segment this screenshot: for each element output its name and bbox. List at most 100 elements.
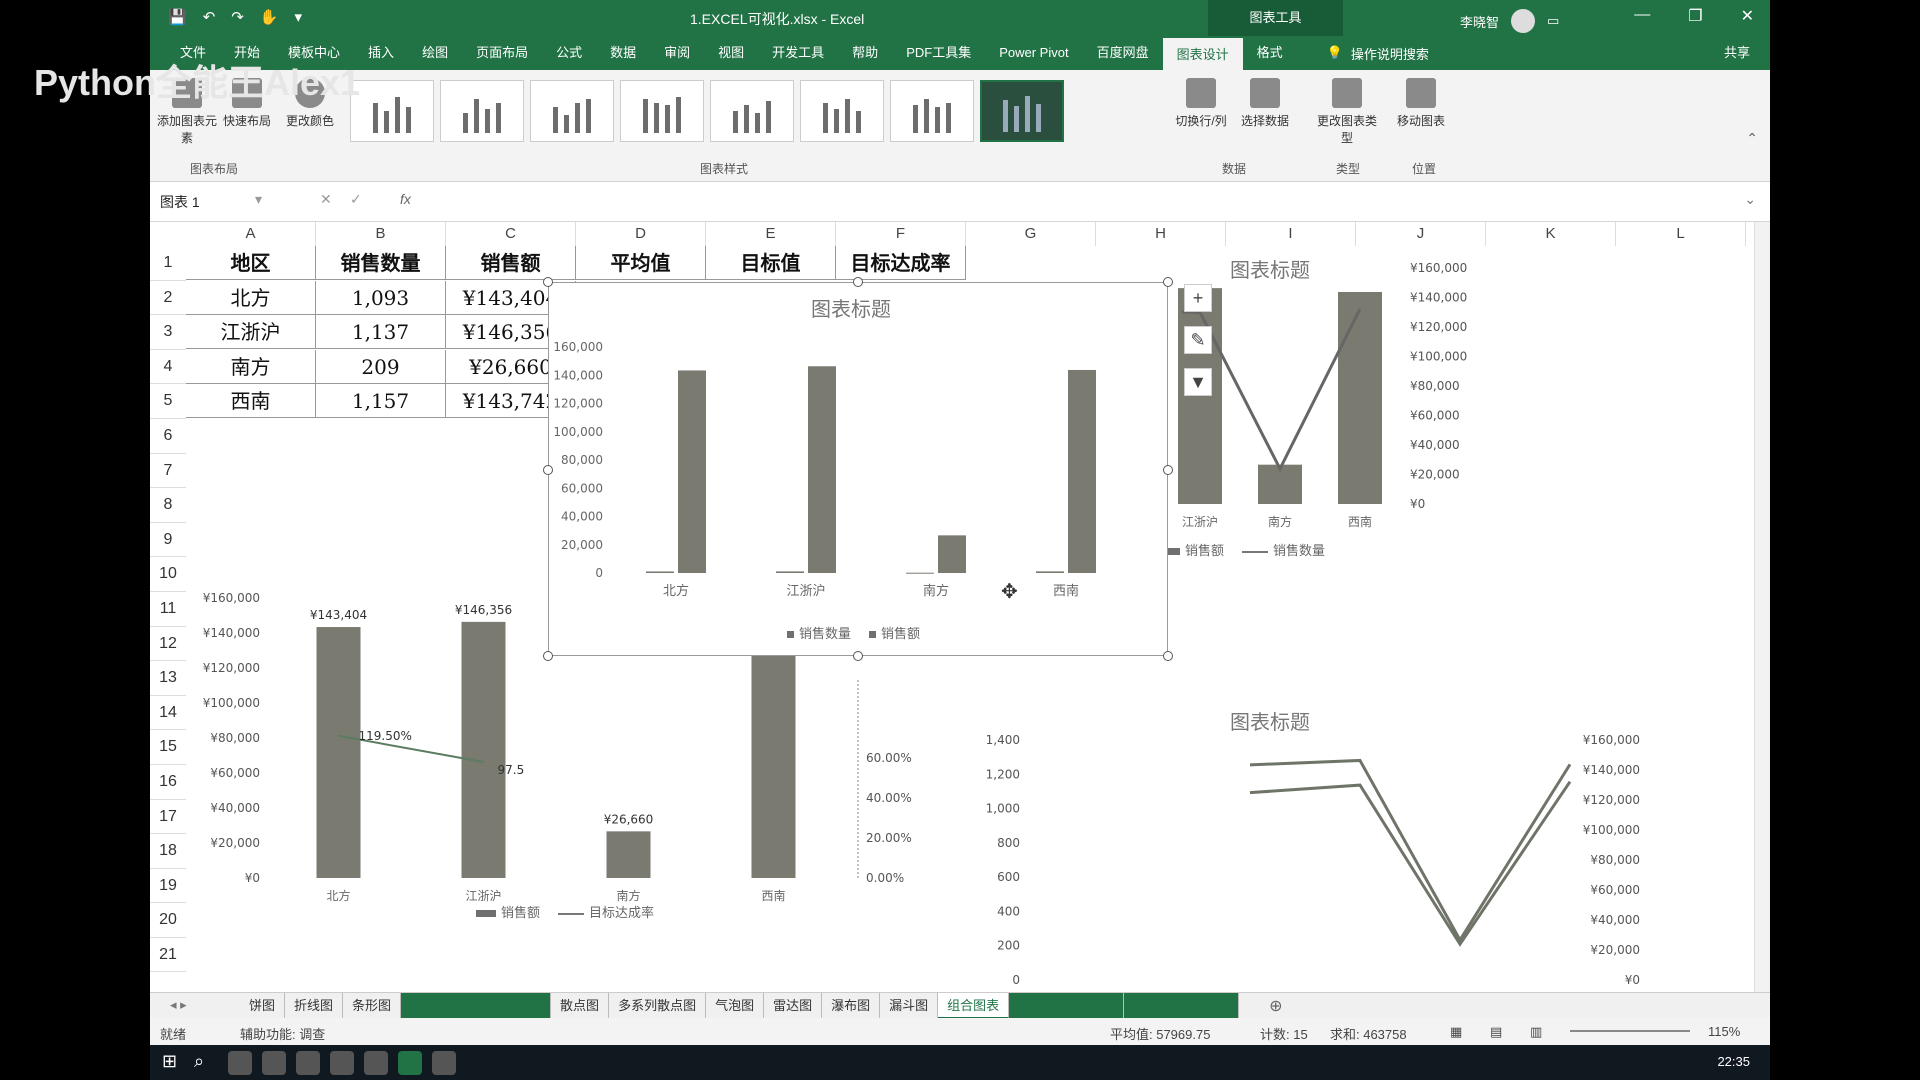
table-header-cell[interactable]: 销售数量 <box>316 246 446 280</box>
sheet-tab[interactable]: 折线图 <box>285 992 344 1019</box>
zoom-slider[interactable] <box>1570 1030 1690 1032</box>
row-header[interactable]: 15 <box>150 730 186 765</box>
taskbar-browser-icon[interactable] <box>330 1051 354 1075</box>
row-header[interactable]: 14 <box>150 696 186 731</box>
sheet-tab[interactable]: 饼图 <box>240 992 286 1019</box>
chart-line-dual-axis[interactable]: 图表标题 0 200 400 600 800 1,000 1,200 1,400 ¥0 ¥20,0… <box>980 702 1680 992</box>
row-header[interactable]: 7 <box>150 454 186 489</box>
row-header[interactable]: 18 <box>150 834 186 869</box>
restore-icon[interactable]: ❐ <box>1688 6 1702 26</box>
table-header-cell[interactable]: 地区 <box>186 246 316 280</box>
sheet-tab[interactable] <box>1124 992 1240 1019</box>
name-box-dropdown-icon[interactable]: ▾ <box>255 191 262 208</box>
column-header[interactable]: A <box>186 222 316 246</box>
taskbar-app-icon[interactable] <box>296 1051 320 1075</box>
chart-combo-right[interactable]: 图表标题 ¥0 ¥20,000 ¥40,000 ¥60,000 ¥80,000 ¥100,… <box>1160 242 1560 562</box>
resize-handle-bottom[interactable] <box>853 651 863 661</box>
taskbar-settings-icon[interactable] <box>432 1051 456 1075</box>
resize-handle-left[interactable] <box>543 465 553 475</box>
sheet-tab[interactable]: 气泡图 <box>706 992 765 1019</box>
chart-style-thumbnail[interactable] <box>890 80 974 142</box>
row-header[interactable]: 16 <box>150 765 186 800</box>
page-layout-view-icon[interactable]: ▤ <box>1490 1024 1502 1040</box>
collapse-ribbon-icon[interactable]: ⌃ <box>1746 130 1758 147</box>
windows-start-icon[interactable]: ⊞ <box>162 1051 177 1072</box>
ribbon-tab[interactable]: 审阅 <box>650 36 704 70</box>
row-header[interactable]: 21 <box>150 938 186 973</box>
ribbon-tab[interactable]: Power Pivot <box>985 36 1082 70</box>
table-cell[interactable]: 西南 <box>186 384 316 419</box>
ribbon-tab[interactable]: 绘图 <box>408 36 462 70</box>
vertical-scrollbar[interactable] <box>1754 222 1770 992</box>
sheet-tab[interactable]: 漏斗图 <box>880 992 939 1019</box>
column-header[interactable]: L <box>1616 222 1746 246</box>
table-cell[interactable]: 1,137 <box>316 315 446 350</box>
column-header[interactable]: E <box>706 222 836 246</box>
change-chart-type-button[interactable]: 更改图表类型 <box>1316 78 1378 146</box>
row-header[interactable]: 6 <box>150 419 186 454</box>
chart-styles-brush-icon[interactable]: ✎ <box>1184 326 1212 354</box>
resize-handle-top[interactable] <box>853 277 863 287</box>
ribbon-tab[interactable]: 公式 <box>542 36 596 70</box>
ribbon-tab[interactable]: 视图 <box>704 36 758 70</box>
row-header[interactable]: 8 <box>150 488 186 523</box>
row-header[interactable]: 11 <box>150 592 186 627</box>
column-header[interactable]: D <box>576 222 706 246</box>
row-header[interactable]: 1 <box>150 246 186 281</box>
ribbon-tab[interactable]: PDF工具集 <box>892 36 985 70</box>
user-account[interactable]: 李晓智 ▭ <box>1460 9 1559 33</box>
row-header[interactable]: 4 <box>150 350 186 385</box>
undo-icon[interactable]: ↶ <box>203 8 216 26</box>
ribbon-tab[interactable]: 格式 <box>1243 36 1297 70</box>
customize-qat-icon[interactable]: ▾ <box>295 8 303 26</box>
row-header[interactable]: 20 <box>150 903 186 938</box>
table-cell[interactable]: 南方 <box>186 349 316 384</box>
close-icon[interactable]: ✕ <box>1741 6 1754 26</box>
chart-style-thumbnail[interactable] <box>440 80 524 142</box>
select-data-button[interactable]: 选择数据 <box>1234 78 1296 129</box>
row-header[interactable]: 5 <box>150 384 186 419</box>
table-header-cell[interactable]: 目标值 <box>706 246 836 280</box>
chart-style-thumbnail[interactable] <box>350 80 434 142</box>
ribbon-tab[interactable]: 帮助 <box>838 36 892 70</box>
touch-mode-icon[interactable]: ✋ <box>260 8 279 26</box>
add-sheet-icon[interactable]: ⊕ <box>1269 996 1282 1016</box>
row-header[interactable]: 3 <box>150 315 186 350</box>
resize-handle-bottom-right[interactable] <box>1163 651 1173 661</box>
taskbar-app-icon[interactable] <box>228 1051 252 1075</box>
chart-title[interactable]: 图表标题 <box>811 293 891 322</box>
sheet-tab[interactable] <box>1009 992 1125 1019</box>
row-header[interactable]: 12 <box>150 627 186 662</box>
ribbon-display-options-icon[interactable]: ▭ <box>1547 13 1559 29</box>
table-header-cell[interactable]: 销售额 <box>446 246 576 280</box>
insert-function-icon[interactable]: fx <box>400 191 411 207</box>
confirm-entry-icon[interactable]: ✓ <box>350 191 362 208</box>
chart-filters-icon[interactable]: ▼ <box>1184 368 1212 396</box>
resize-handle-bottom-left[interactable] <box>543 651 553 661</box>
row-header[interactable]: 2 <box>150 281 186 316</box>
column-header[interactable]: F <box>836 222 966 246</box>
column-header[interactable]: B <box>316 222 446 246</box>
table-cell[interactable]: 1,157 <box>316 384 446 419</box>
tell-me-search[interactable]: 💡 操作说明搜索 <box>1327 44 1429 63</box>
column-header[interactable]: G <box>966 222 1096 246</box>
avatar[interactable] <box>1511 9 1536 33</box>
ribbon-tab[interactable]: 图表设计 <box>1162 36 1243 70</box>
normal-view-icon[interactable]: ▦ <box>1450 1024 1462 1040</box>
column-header[interactable]: C <box>446 222 576 246</box>
resize-handle-right[interactable] <box>1163 465 1173 475</box>
sheet-tab[interactable] <box>401 992 552 1019</box>
worksheet-grid[interactable]: ABCDEFGHIJKL 1 2 3 4 5 6 7 8 9 10 11 12 13 14 15 16 17 18… <box>150 222 1770 992</box>
resize-handle-top-left[interactable] <box>543 277 553 287</box>
move-chart-button[interactable]: 移动图表 <box>1390 78 1452 129</box>
sheet-tab[interactable]: 散点图 <box>551 992 610 1019</box>
ribbon-tab[interactable]: 页面布局 <box>462 36 542 70</box>
table-header-cell[interactable]: 目标达成率 <box>836 246 966 280</box>
sheet-tab[interactable]: 雷达图 <box>764 992 823 1019</box>
accessibility-status[interactable]: 辅助功能: 调查 <box>240 1024 325 1043</box>
expand-formula-bar-icon[interactable]: ⌄ <box>1744 191 1756 208</box>
taskbar-excel-icon[interactable] <box>398 1051 422 1075</box>
ribbon-tab[interactable]: 插入 <box>354 36 408 70</box>
row-header[interactable]: 9 <box>150 523 186 558</box>
table-cell[interactable]: 209 <box>316 349 446 384</box>
